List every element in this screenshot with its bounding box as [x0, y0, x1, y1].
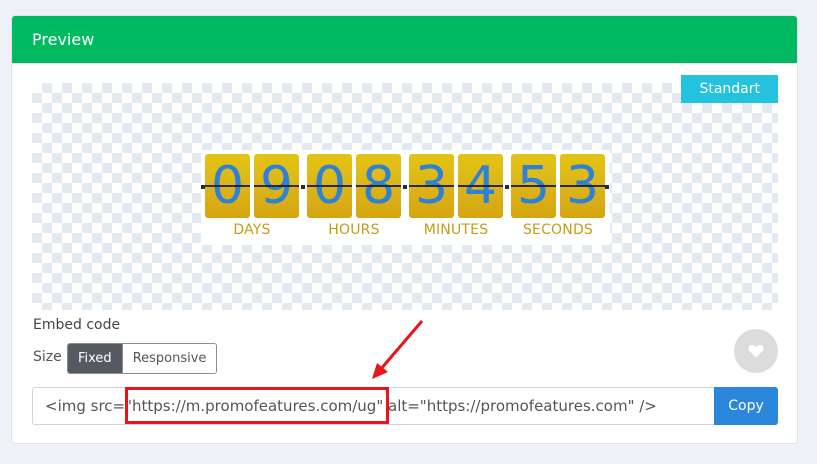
preview-area: Standart 0 9 0 8 3 4 5 3 DAYS HOURS MINU…	[32, 75, 778, 310]
digit-days-2: 9	[254, 154, 299, 218]
favorite-button[interactable]	[734, 329, 778, 373]
annotation-highlight-box	[125, 387, 389, 424]
digit-hours-1: 0	[307, 154, 352, 218]
label-days: DAYS	[233, 222, 271, 238]
size-fixed-button[interactable]: Fixed	[68, 344, 122, 373]
copy-button[interactable]: Copy	[714, 387, 778, 425]
digit-hours-2: 8	[356, 154, 401, 218]
heart-icon	[748, 344, 764, 358]
digit-seconds-1: 5	[511, 154, 556, 218]
separator-dot	[605, 185, 609, 189]
card-title: Preview	[32, 30, 95, 49]
embed-code-label: Embed code	[33, 317, 121, 333]
digit-seconds-2: 3	[560, 154, 605, 218]
size-responsive-button[interactable]: Responsive	[121, 344, 217, 373]
separator-dot	[201, 185, 205, 189]
label-minutes: MINUTES	[423, 222, 489, 238]
countdown-timer: 0 9 0 8 3 4 5 3 DAYS HOURS MINUTES SECON…	[201, 150, 610, 245]
annotation-arrow-icon	[372, 320, 424, 379]
digit-days-1: 0	[205, 154, 250, 218]
separator-dot	[403, 185, 407, 189]
label-hours: HOURS	[328, 222, 380, 238]
label-seconds: SECONDS	[522, 222, 594, 238]
card-header: Preview	[12, 16, 797, 63]
size-toggle: Fixed Responsive	[67, 343, 218, 374]
separator-dot	[301, 185, 305, 189]
size-label: Size	[33, 349, 62, 365]
digit-minutes-2: 4	[458, 154, 503, 218]
digit-minutes-1: 3	[409, 154, 454, 218]
separator-dot	[505, 185, 509, 189]
style-badge[interactable]: Standart	[681, 75, 778, 103]
